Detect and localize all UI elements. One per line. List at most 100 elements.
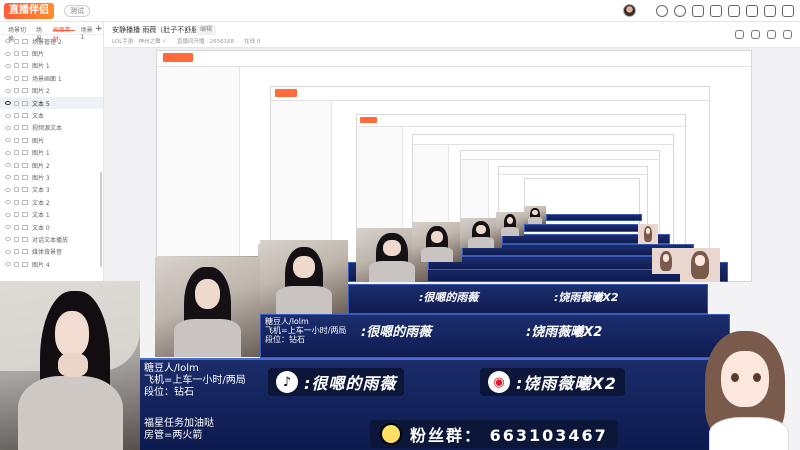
list-item[interactable]: 图片 3 <box>0 171 103 183</box>
stream-photo <box>260 240 348 314</box>
lock-icon[interactable] <box>14 212 19 218</box>
eye-icon[interactable] <box>5 51 11 56</box>
eye-icon[interactable] <box>5 163 11 168</box>
shirt-icon[interactable] <box>710 4 722 17</box>
list-item[interactable]: 对话文本播放 <box>0 233 103 245</box>
beta-badge[interactable]: 测试 <box>64 5 90 17</box>
eye-icon[interactable] <box>5 187 11 192</box>
room-meta: LOL手游 · 神州之舞 ✓ 直播间开播 · 2656168 在线 0 <box>112 37 260 45</box>
lock-icon[interactable] <box>14 261 19 267</box>
lock-icon[interactable] <box>14 125 19 131</box>
list-item[interactable]: 视频源文本 <box>0 122 103 134</box>
layout-icon[interactable] <box>735 30 744 39</box>
lock-icon[interactable] <box>14 100 19 106</box>
layer-icon <box>22 63 28 69</box>
scene-scrollbar[interactable] <box>100 172 102 267</box>
tab-scene[interactable]: 场景 <box>36 25 47 43</box>
lock-icon[interactable] <box>14 162 19 168</box>
eye-icon[interactable] <box>5 138 11 143</box>
tiktok-label: :很嗯的雨薇 <box>304 374 397 393</box>
minimize-icon[interactable] <box>764 4 776 17</box>
layer-icon <box>22 75 28 81</box>
eye-icon[interactable] <box>5 237 11 242</box>
eye-icon[interactable] <box>5 113 11 118</box>
lock-icon[interactable] <box>14 249 19 255</box>
rotate-icon[interactable] <box>767 30 776 39</box>
layer-icon <box>22 174 28 180</box>
menu-icon[interactable] <box>746 4 758 17</box>
lock-icon[interactable] <box>14 38 19 44</box>
list-item[interactable]: 场景画面 1 <box>0 72 103 84</box>
list-item[interactable]: 文本 3 <box>0 184 103 196</box>
lock-icon[interactable] <box>14 187 19 193</box>
service-icon[interactable] <box>674 4 686 17</box>
webcam-feed <box>0 281 140 450</box>
stream-photo <box>412 222 462 262</box>
list-item[interactable]: 文本 <box>0 109 103 121</box>
lock-icon[interactable] <box>14 113 19 119</box>
list-item[interactable]: 图片 <box>0 47 103 59</box>
list-item[interactable]: 文本 1 <box>0 208 103 220</box>
lock-icon[interactable] <box>14 75 19 81</box>
list-item[interactable]: 场景管理 2 <box>0 35 103 47</box>
lock-icon[interactable] <box>14 63 19 69</box>
eye-icon[interactable] <box>5 125 11 130</box>
weibo-label: :饶雨薇曦X2 <box>526 325 603 340</box>
qq-penguin-icon <box>380 423 402 445</box>
fullscreen-icon[interactable] <box>783 30 792 39</box>
list-item[interactable]: 图片 1 <box>0 60 103 72</box>
layer-icon <box>22 113 28 119</box>
lock-icon[interactable] <box>14 236 19 242</box>
lock-icon[interactable] <box>14 224 19 230</box>
list-item[interactable]: 文本 2 <box>0 196 103 208</box>
eye-icon[interactable] <box>5 200 11 205</box>
layer-icon <box>22 162 28 168</box>
eye-icon[interactable] <box>5 88 11 93</box>
eye-icon[interactable] <box>5 150 11 155</box>
online-count: 在线 0 <box>244 39 261 45</box>
list-item[interactable]: 图片 1 <box>0 147 103 159</box>
tab-scene-switch[interactable]: 场景切换 <box>8 25 30 43</box>
eye-icon[interactable] <box>5 101 11 106</box>
anime-figure <box>638 224 658 244</box>
lock-icon[interactable] <box>751 30 760 39</box>
eye-icon[interactable] <box>5 212 11 217</box>
list-item[interactable]: 图片 2 <box>0 85 103 97</box>
tab-material[interactable]: 画面素材 <box>52 25 75 43</box>
gear-icon[interactable] <box>728 4 740 17</box>
lock-icon[interactable] <box>14 51 19 57</box>
eye-icon[interactable] <box>5 249 11 254</box>
mail-icon[interactable] <box>692 4 704 17</box>
headset-icon[interactable] <box>656 4 668 17</box>
eye-icon[interactable] <box>5 175 11 180</box>
list-item[interactable]: 图片 <box>0 134 103 146</box>
category-label[interactable]: LOL手游 · 神州之舞 ✓ <box>112 37 167 45</box>
list-item[interactable]: 媒体背景音 <box>0 246 103 258</box>
lock-icon[interactable] <box>14 88 19 94</box>
banner-info: 糖豆人/lolm 飞机=上车一小时/两局 段位：钻石 <box>265 317 347 344</box>
preview-canvas[interactable] <box>104 48 800 282</box>
layer-icon <box>22 51 28 57</box>
lock-icon[interactable] <box>14 174 19 180</box>
lock-icon[interactable] <box>14 137 19 143</box>
lock-icon[interactable] <box>14 199 19 205</box>
list-item-selected[interactable]: 文本 5 <box>0 96 103 110</box>
add-scene-button[interactable]: + <box>95 24 103 34</box>
eye-icon[interactable] <box>5 76 11 81</box>
user-avatar[interactable] <box>623 4 636 17</box>
lock-icon[interactable] <box>14 150 19 156</box>
list-item[interactable]: 文本 0 <box>0 221 103 233</box>
list-item[interactable]: 图片 2 <box>0 159 103 171</box>
eye-icon[interactable] <box>5 63 11 68</box>
layer-icon <box>22 261 28 267</box>
scene-tabs: 场景切换 场景 画面素材 场景1 <box>0 22 103 43</box>
layer-icon <box>22 224 28 230</box>
weibo-badge: ◉ :饶雨薇曦X2 <box>480 368 625 396</box>
eye-icon[interactable] <box>5 225 11 230</box>
tab-scene-1[interactable]: 场景1 <box>81 25 95 41</box>
eye-icon[interactable] <box>5 262 11 267</box>
header-tools <box>735 30 792 39</box>
list-item[interactable]: 图片 4 <box>0 258 103 270</box>
edit-button[interactable]: 编辑 <box>196 25 217 35</box>
close-icon[interactable] <box>782 4 794 17</box>
